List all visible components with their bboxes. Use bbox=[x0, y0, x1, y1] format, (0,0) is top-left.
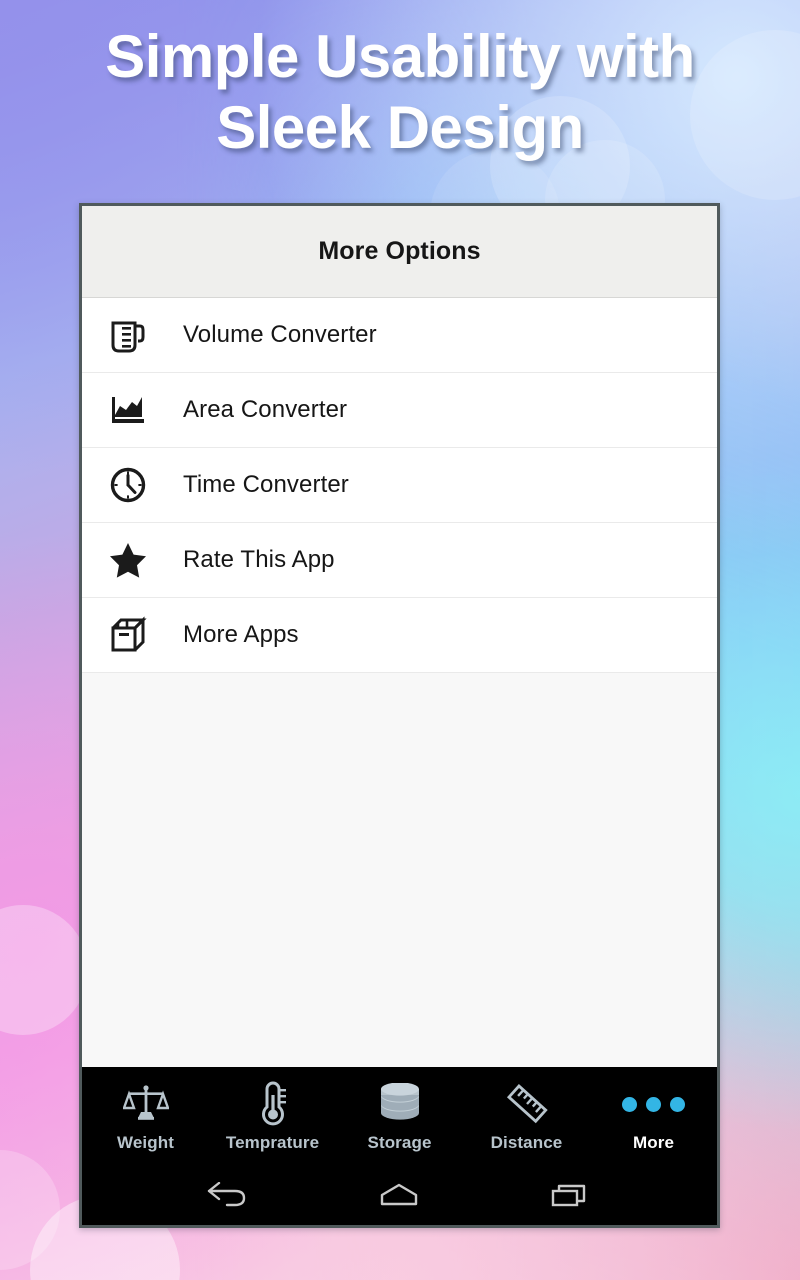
promo-headline: Simple Usability with Sleek Design bbox=[0, 22, 800, 164]
tab-label: Temprature bbox=[225, 1133, 320, 1152]
measuring-cup-icon bbox=[100, 312, 156, 358]
home-icon[interactable] bbox=[364, 1176, 434, 1216]
balance-scale-icon bbox=[122, 1081, 169, 1127]
list-item-time-converter[interactable]: Time Converter bbox=[82, 448, 717, 523]
box-icon bbox=[100, 612, 156, 658]
clock-icon bbox=[100, 462, 156, 508]
database-icon bbox=[375, 1081, 425, 1127]
headline-line-1: Simple Usability with bbox=[105, 23, 695, 90]
list-empty-area bbox=[82, 673, 717, 1067]
tab-temprature[interactable]: Temprature bbox=[209, 1067, 336, 1167]
three-dots-icon bbox=[622, 1081, 685, 1127]
options-list: Volume Converter Area Converter Time Con… bbox=[82, 298, 717, 1067]
list-item-label: More Apps bbox=[183, 621, 299, 648]
list-item-rate-this-app[interactable]: Rate This App bbox=[82, 523, 717, 598]
page-title: More Options bbox=[318, 237, 481, 265]
bottom-tab-bar: Weight Temprature Storage Distance More bbox=[82, 1067, 717, 1167]
tab-label: More bbox=[632, 1133, 675, 1152]
tab-storage[interactable]: Storage bbox=[336, 1067, 463, 1167]
list-item-label: Volume Converter bbox=[183, 321, 377, 348]
list-item-volume-converter[interactable]: Volume Converter bbox=[82, 298, 717, 373]
tab-label: Distance bbox=[490, 1133, 563, 1152]
list-item-more-apps[interactable]: More Apps bbox=[82, 598, 717, 673]
phone-screen: More Options Volume Converter Area Conve… bbox=[79, 203, 720, 1228]
tab-more[interactable]: More bbox=[590, 1067, 717, 1167]
headline-line-2: Sleek Design bbox=[216, 93, 584, 161]
area-chart-icon bbox=[100, 387, 156, 433]
list-item-area-converter[interactable]: Area Converter bbox=[82, 373, 717, 448]
ruler-icon bbox=[503, 1081, 551, 1127]
list-item-label: Area Converter bbox=[183, 396, 348, 423]
recents-icon[interactable] bbox=[536, 1176, 606, 1216]
star-icon bbox=[100, 537, 156, 583]
app-header: More Options bbox=[82, 206, 717, 298]
tab-distance[interactable]: Distance bbox=[463, 1067, 590, 1167]
android-nav-bar bbox=[82, 1167, 717, 1225]
tab-label: Weight bbox=[117, 1133, 174, 1152]
back-icon[interactable] bbox=[193, 1176, 263, 1216]
thermometer-icon bbox=[253, 1081, 293, 1127]
tab-label: Storage bbox=[367, 1133, 432, 1152]
list-item-label: Time Converter bbox=[183, 471, 349, 498]
list-item-label: Rate This App bbox=[183, 546, 335, 573]
tab-weight[interactable]: Weight bbox=[82, 1067, 209, 1167]
